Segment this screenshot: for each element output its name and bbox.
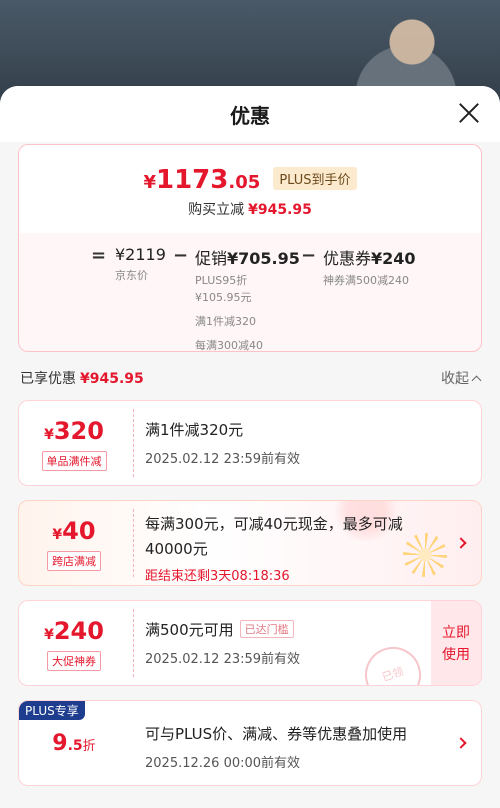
jd-price-label: 京东价: [115, 269, 148, 282]
enjoyed-label: 已享优惠: [20, 371, 76, 387]
use-now-line1: 立即: [442, 625, 470, 641]
use-now-line2: 使用: [442, 647, 470, 663]
dashed-divider: [133, 409, 134, 477]
jd-price: ¥2119: [115, 245, 166, 264]
final-price-row: ¥1173.05 PLUS到手价: [19, 165, 481, 195]
coupon-desc: 每满300元，可减40元现金，最多可减: [145, 515, 403, 533]
price-summary-card: ¥1173.05 PLUS到手价 购买立减 ¥945.95 = ¥2119 京东价…: [18, 144, 482, 352]
coupon-amount: ¥240: [371, 249, 416, 268]
coupon-countdown: 距结束还剩3天08:18:36: [145, 569, 290, 584]
coupon-info: 可与PLUS价、满减、券等优惠叠加使用 2025.12.26 00:00前有效: [145, 723, 465, 771]
jd-price-col: ¥2119 京东价: [115, 245, 166, 283]
coupon-value-area: ¥40 跨店满减: [19, 501, 129, 585]
chevron-up-icon: [471, 375, 482, 386]
discount-unit: 折: [82, 739, 96, 754]
coupon-value-number: 240: [53, 617, 104, 645]
promo-label: 促销: [195, 249, 228, 268]
threshold-reached-tag: 已达门槛: [239, 620, 294, 638]
dashed-divider: [133, 609, 134, 677]
coupon-value-area: 9.5折: [19, 701, 129, 785]
promo-col: 促销¥705.95 PLUS95折 ¥105.95元 满1件减320 每满300…: [195, 245, 300, 353]
equals-sign: =: [91, 245, 107, 266]
promo-line: PLUS95折: [195, 274, 248, 287]
collapse-button[interactable]: 收起: [441, 368, 482, 388]
promo-amount: ¥705.95: [227, 249, 300, 268]
coupon-value: ¥320: [19, 417, 129, 445]
currency-symbol: ¥: [52, 527, 63, 543]
minus-sign: −: [173, 245, 189, 266]
coupon-value: 9.5折: [19, 731, 129, 756]
coupon-value-area: ¥240 大促神券: [19, 601, 129, 685]
dashed-divider: [133, 509, 134, 577]
enjoyed-amount: ¥945.95: [80, 371, 144, 387]
coupon-info: 满1件减320元 2025.02.12 23:59前有效: [145, 419, 465, 467]
coupon-desc-line2: 40000元: [145, 540, 208, 558]
reduce-label: 购买立减: [188, 202, 245, 218]
minus-sign: −: [301, 245, 317, 266]
coupon-card[interactable]: PLUS专享 9.5折 可与PLUS价、满减、券等优惠叠加使用 2025.12.…: [18, 700, 482, 786]
coupon-card[interactable]: ¥320 单品满件减 满1件减320元 2025.02.12 23:59前有效: [18, 400, 482, 486]
coupon-card[interactable]: ¥40 跨店满减 每满300元，可减40元现金，最多可减 40000元 距结束还…: [18, 500, 482, 586]
coupon-desc-row: 满500元可用 已达门槛: [145, 619, 465, 640]
currency-symbol: ¥: [44, 627, 54, 643]
currency-symbol: ¥: [143, 172, 156, 193]
coupon-value-number: 40: [62, 517, 96, 545]
coupon-value-area: ¥320 单品满件减: [19, 401, 129, 485]
coupon-value: ¥240: [19, 617, 129, 645]
coupon-card[interactable]: ¥240 大促神券 满500元可用 已达门槛 2025.02.12 23:59前有…: [18, 600, 482, 686]
promo-line: 满1件减320: [195, 315, 256, 328]
coupon-desc: 满500元可用: [145, 621, 234, 639]
close-icon[interactable]: [456, 100, 482, 126]
sheet-title: 优惠: [230, 104, 270, 128]
coupon-desc: 可与PLUS价、满减、券等优惠叠加使用: [145, 725, 408, 743]
coupon-sub: 神券满500减240: [323, 274, 409, 287]
coupon-col: 优惠券¥240 神券满500减240: [323, 245, 416, 288]
coupon-value: ¥40: [19, 517, 129, 545]
currency-symbol: ¥: [44, 427, 54, 443]
coupon-label: 优惠券: [323, 249, 372, 268]
price-decimal: .05: [228, 172, 261, 193]
reduce-amount: ¥945.95: [248, 202, 312, 218]
discount-integer: 9: [52, 731, 68, 756]
coupon-desc: 满1件减320元: [145, 421, 244, 439]
coupon-amount-row: 优惠券¥240: [323, 245, 416, 269]
use-now-button[interactable]: 立即 使用: [431, 601, 481, 685]
promo-line: 每满300减40: [195, 339, 263, 352]
coupon-expiry: 2025.12.26 00:00前有效: [145, 756, 301, 771]
coupon-info: 每满300元，可减40元现金，最多可减 40000元 距结束还剩3天08:18:…: [145, 513, 465, 584]
coupon-value-number: 320: [53, 417, 104, 445]
final-price: ¥1173.05: [143, 165, 260, 195]
price-integer: 1173: [155, 165, 229, 195]
discount-decimal: .5: [67, 738, 83, 754]
promo-amount-row: 促销¥705.95: [195, 245, 300, 269]
coupon-type-tag: 跨店满减: [47, 551, 101, 571]
coupon-expiry: 2025.02.12 23:59前有效: [145, 452, 301, 467]
coupon-type-tag: 单品满件减: [41, 451, 107, 471]
reduce-row: 购买立减 ¥945.95: [19, 199, 481, 219]
enjoyed-discount-row: 已享优惠 ¥945.95 收起: [20, 368, 482, 390]
price-breakdown: = ¥2119 京东价 − 促销¥705.95 PLUS95折 ¥105.95元…: [19, 245, 481, 352]
coupon-type-tag: 大促神券: [47, 651, 101, 671]
collapse-label: 收起: [441, 371, 469, 387]
sheet-header: 优惠: [0, 86, 500, 142]
discount-sheet: 优惠 ¥1173.05 PLUS到手价 购买立减 ¥945.95 = ¥2119 …: [0, 86, 500, 808]
promo-line: ¥105.95元: [195, 291, 252, 304]
plus-price-tag: PLUS到手价: [273, 167, 357, 190]
